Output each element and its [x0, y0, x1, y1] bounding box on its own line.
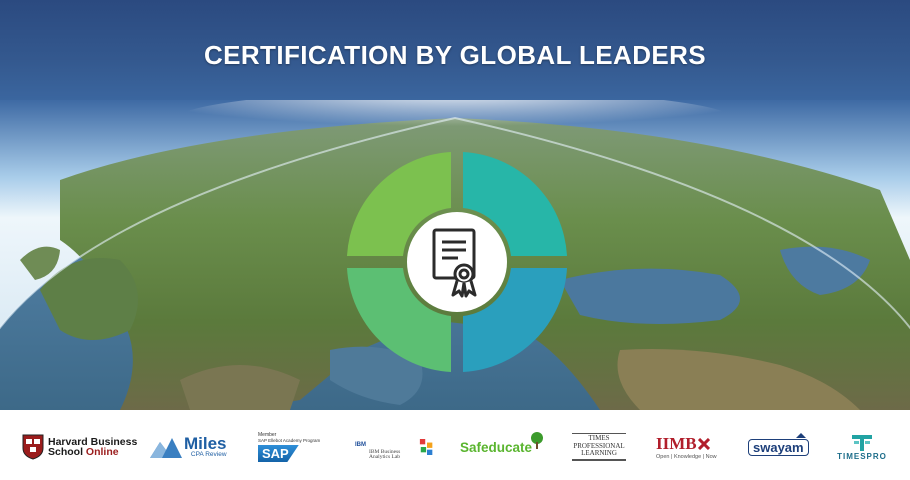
miles-logo-name: Miles	[184, 434, 227, 454]
iimb-logo[interactable]: IIMB Open | Knowledge | Now	[656, 424, 722, 470]
safeducate-logo-name: Safeducate	[460, 439, 533, 455]
sap-academy-logo[interactable]: Member SAP Ellebot Academy Program SAP	[258, 424, 336, 470]
partner-logo-strip: Harvard Business School Online Miles CPA…	[0, 410, 910, 480]
harvard-logo-line2: School	[48, 446, 86, 458]
times-logo-line3: LEARNING	[581, 449, 617, 458]
certification-banner: CERTIFICATION BY GLOBAL LEADERS	[0, 0, 910, 410]
ibm-logo-lab: IBM Business Analytics Lab	[369, 448, 401, 460]
iimb-logo-tagline: Open | Knowledge | Now	[656, 454, 717, 460]
iimb-logo-name: IIMB	[656, 434, 697, 453]
miles-logo-sub: CPA Review	[190, 451, 227, 459]
harvard-logo-online: Online	[85, 446, 119, 458]
swayam-logo[interactable]: swayam	[748, 424, 809, 470]
miles-cpa-review-logo[interactable]: Miles CPA Review	[150, 424, 238, 470]
safeducate-logo[interactable]: Safeducate	[460, 424, 546, 470]
page-title: CERTIFICATION BY GLOBAL LEADERS	[203, 40, 707, 70]
ibm-business-analytics-lab-logo[interactable]: IBM IBM Business Analytics Lab	[355, 424, 435, 470]
sap-logo-program: SAP Ellebot Academy Program	[258, 438, 321, 443]
iimb-x-icon	[697, 438, 710, 450]
timespro-t-icon	[852, 434, 872, 451]
sap-logo-mark: SAP	[258, 445, 299, 462]
timespro-logo[interactable]: TIMESPRO	[834, 424, 890, 470]
miles-mountain-icon	[150, 438, 182, 458]
timespro-logo-name: TIMESPRO	[837, 451, 887, 461]
tree-icon	[531, 432, 544, 449]
swayam-badge-icon	[795, 432, 806, 438]
ibm-lab-puzzle-icon	[419, 439, 433, 455]
certification-emblem	[347, 152, 567, 372]
swayam-logo-name: swayam	[753, 439, 804, 455]
harvard-shield-icon	[22, 434, 44, 460]
times-professional-learning-logo[interactable]: TIMES PROFESSIONAL LEARNING	[570, 424, 628, 470]
harvard-business-school-online-logo[interactable]: Harvard Business School Online	[22, 424, 140, 470]
ibm-logo-name: IBM	[355, 441, 366, 448]
